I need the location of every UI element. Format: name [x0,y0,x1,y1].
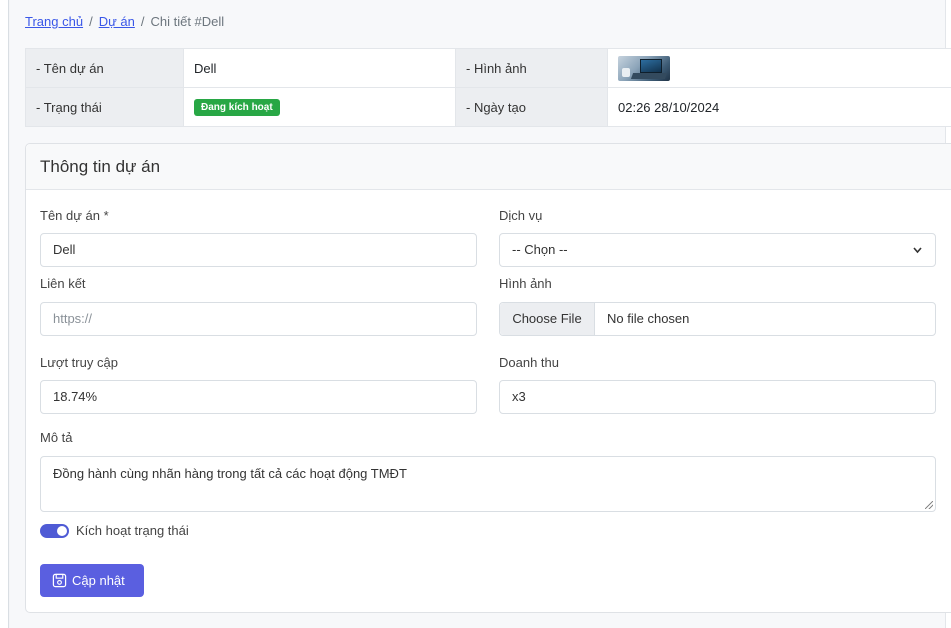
status-cell: Đang kích hoạt [183,87,456,127]
sidebar-edge [0,0,9,628]
choose-file-button[interactable]: Choose File [500,303,595,335]
update-button-label: Cập nhật [72,573,125,588]
status-label: - Trạng thái [25,87,184,127]
image-label: - Hình ảnh [455,48,608,88]
image-file-input[interactable]: Choose File No file chosen [499,302,936,336]
description-field-label: Mô tả [40,430,73,445]
summary-row: - Tên dự án Dell - Hình ảnh [25,48,951,88]
status-badge: Đang kích hoạt [194,99,280,116]
description-text: Đồng hành cùng nhãn hàng trong tất cả cá… [53,466,407,481]
name-label: - Tên dự án [25,48,184,88]
image-cell [607,48,951,88]
service-select[interactable]: -- Chọn -- [499,233,936,267]
floppy-disk-icon [52,573,67,588]
description-textarea[interactable]: Đồng hành cùng nhãn hàng trong tất cả cá… [40,456,936,512]
breadcrumb-current: Chi tiết #Dell [150,14,225,29]
breadcrumb-separator: / [140,14,145,29]
status-toggle[interactable] [40,524,69,538]
project-thumbnail[interactable] [618,55,670,81]
resize-handle-icon[interactable] [925,501,933,509]
update-button[interactable]: Cập nhật [40,564,144,597]
revenue-input[interactable]: x3 [499,380,936,414]
link-input[interactable]: https:// [40,302,477,336]
service-selected: -- Chọn -- [512,242,568,257]
service-field-label: Dịch vụ [499,208,543,223]
created-label: - Ngày tạo [455,87,608,127]
project-form-card: Thông tin dự án Tên dự án * Dell Dịch vụ… [25,143,951,613]
name-field-label: Tên dự án * [40,208,109,223]
name-value: Dell [183,48,456,88]
card-title: Thông tin dự án [26,144,951,190]
toggle-label: Kích hoạt trạng thái [76,523,189,538]
file-status: No file chosen [607,311,690,326]
breadcrumb: Trang chủ / Dự án / Chi tiết #Dell [25,14,224,29]
created-value: 02:26 28/10/2024 [607,87,951,127]
link-field-label: Liên kết [40,276,86,291]
project-summary-table: - Tên dự án Dell - Hình ảnh - Trạng thái… [25,48,951,127]
chevron-down-icon [912,234,923,279]
breadcrumb-home-link[interactable]: Trang chủ [25,14,83,29]
name-input[interactable]: Dell [40,233,477,267]
revenue-field-label: Doanh thu [499,355,559,370]
visits-input[interactable]: 18.74% [40,380,477,414]
breadcrumb-separator: / [89,14,93,29]
summary-row: - Trạng thái Đang kích hoạt - Ngày tạo 0… [25,87,951,127]
image-field-label: Hình ảnh [499,276,552,291]
visits-field-label: Lượt truy cập [40,355,118,370]
breadcrumb-projects-link[interactable]: Dự án [99,14,135,29]
toggle-knob [57,526,67,536]
main-content: Trang chủ / Dự án / Chi tiết #Dell - Tên dự … [10,0,951,628]
